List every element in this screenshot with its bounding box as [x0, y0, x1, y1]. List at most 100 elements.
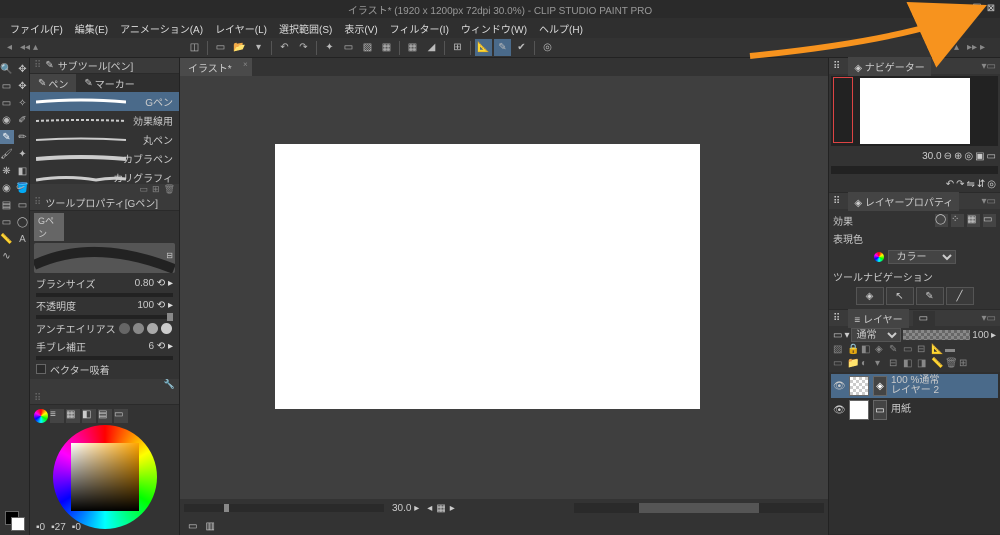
tone-effect-icon[interactable]: ⁘	[951, 214, 964, 227]
clip-icon[interactable]: ◧	[861, 344, 873, 356]
brush-tool-icon[interactable]: 🖌	[0, 147, 14, 161]
toolnav-pointer-icon[interactable]: ↖	[886, 287, 914, 305]
navigator-viewport-rect[interactable]	[833, 77, 853, 143]
ruler-icon[interactable]: ◢	[423, 39, 440, 56]
visibility-icon[interactable]: 👁	[833, 405, 845, 416]
undo-icon[interactable]: ↶	[276, 39, 293, 56]
preset-label[interactable]: Gペン	[34, 213, 64, 241]
nav-fit-icon[interactable]: ◎	[964, 151, 973, 162]
mask-enable-icon[interactable]: ▭	[903, 344, 915, 356]
layer-view-icon[interactable]: ▭	[833, 330, 842, 341]
operation-tool-icon[interactable]: ▭	[0, 79, 14, 93]
ref-icon[interactable]: ◈	[875, 344, 887, 356]
layer-tab[interactable]: ≡ レイヤー	[848, 309, 908, 328]
zoom-slider[interactable]	[184, 504, 384, 512]
snap-grid-icon[interactable]: ✔	[513, 39, 530, 56]
clipstudio-icon[interactable]: ◫	[186, 39, 203, 56]
menu-view[interactable]: 表示(V)	[338, 19, 383, 38]
cells2-icon[interactable]: ▥	[205, 521, 214, 532]
stabilize-slider[interactable]	[36, 356, 173, 360]
menu-window[interactable]: ウィンドウ(W)	[455, 19, 533, 38]
move-tool-icon[interactable]: ✥	[16, 62, 30, 76]
layer-opacity-slider[interactable]	[903, 330, 970, 340]
delete-layer-icon[interactable]: 🗑	[945, 358, 957, 370]
assets-icon[interactable]: ◎	[539, 39, 556, 56]
layercolor-effect-icon[interactable]: ▦	[967, 214, 980, 227]
canvas-tab[interactable]: イラスト*×	[180, 58, 252, 77]
wrench-icon[interactable]: 🔧	[164, 379, 175, 393]
panel-collapse-right-icons[interactable]: ▴▸▸▸	[953, 42, 1000, 53]
colorslider-tab-icon[interactable]: ≡	[50, 409, 64, 423]
timeline-icons[interactable]: ◂▦▸	[427, 503, 455, 514]
nav-zoomout-icon[interactable]: ⊖	[944, 151, 952, 162]
magnify-tool-icon[interactable]: 🔍	[0, 62, 14, 76]
2pane-icon[interactable]: ⊞	[959, 358, 971, 370]
menu-edit[interactable]: 編集(E)	[69, 19, 114, 38]
brush-menu-icon[interactable]: ⊞	[152, 184, 160, 195]
pencil-tool-icon[interactable]: ✏	[16, 130, 30, 144]
close-button[interactable]: ⊠	[984, 1, 998, 15]
text-tool-icon[interactable]: A	[16, 232, 30, 246]
navigator-zoom-slider[interactable]	[831, 166, 998, 174]
layer-search-tab[interactable]: ▭	[913, 311, 935, 326]
merge-icon[interactable]: ⊟	[889, 358, 901, 370]
nav-flip-v-icon[interactable]: ⇵	[977, 179, 985, 190]
layer-thumbnail[interactable]	[849, 376, 869, 396]
deselect-icon[interactable]: ▭	[340, 39, 357, 56]
draft-icon[interactable]: ✎	[889, 344, 901, 356]
layer-move-tool-icon[interactable]: ✥	[16, 79, 30, 93]
color-square[interactable]	[71, 443, 139, 511]
color-mode-select[interactable]: カラー	[888, 250, 956, 264]
vector-snap-checkbox[interactable]	[36, 364, 46, 374]
new-correction-icon[interactable]: ◐	[861, 358, 873, 370]
cells-icon[interactable]: ▭	[188, 521, 197, 532]
nav-rot-right-icon[interactable]: ↷	[956, 179, 964, 190]
brush-round[interactable]: 丸ペン	[30, 130, 179, 149]
toolproperty-header[interactable]: ⠿ ツールプロパティ[Gペン]	[30, 195, 179, 211]
ruler-show-icon[interactable]: 📐	[931, 344, 943, 356]
approx-tab-icon[interactable]: ▤	[98, 409, 112, 423]
layer-view-icon-2[interactable]: ▾	[844, 330, 849, 341]
mask-link-icon[interactable]: ⊟	[917, 344, 929, 356]
ruler-tool-icon[interactable]: 📏	[0, 232, 14, 246]
redo-icon[interactable]: ↷	[295, 39, 312, 56]
panel-collapse-icons[interactable]: ◂◂◂▴	[6, 42, 45, 53]
color-panel-header[interactable]: ⠿	[30, 393, 179, 405]
colorwheel-tab-icon[interactable]	[34, 409, 48, 423]
aa-none[interactable]	[119, 323, 130, 334]
figure-tool-icon[interactable]: ▭	[16, 198, 30, 212]
opacity-row[interactable]: 不透明度100 ⟲ ▸	[30, 297, 179, 315]
brush-size-row[interactable]: ブラシサイズ0.80 ⟲ ▸	[30, 275, 179, 293]
navigator-tab[interactable]: ◈ ナビゲーター	[848, 57, 930, 76]
maximize-button[interactable]: ☐	[970, 1, 984, 15]
vector-snap-row[interactable]: ベクター吸着	[30, 360, 179, 379]
hscrollbar[interactable]	[574, 503, 824, 513]
toolnav-brush-icon[interactable]: ✎	[916, 287, 944, 305]
menu-animation[interactable]: アニメーション(A)	[114, 19, 209, 38]
brush-calligraphy[interactable]: カリグラフィ	[30, 168, 179, 184]
aa-mid[interactable]	[147, 323, 158, 334]
pen-tool-icon[interactable]: ✎	[0, 130, 14, 144]
delete-brush-icon[interactable]: 🗑	[164, 184, 175, 195]
add-brush-icon[interactable]: ▭	[140, 184, 149, 195]
tab-pen[interactable]: ✎ペン	[30, 74, 76, 92]
open-icon[interactable]: 📂	[231, 39, 248, 56]
deco-tool-icon[interactable]: ❋	[0, 164, 14, 178]
eyedropper-tool-icon[interactable]: ✐	[16, 113, 30, 127]
toolnav-move-icon[interactable]: ◈	[856, 287, 884, 305]
layer-opacity-value[interactable]: 100	[972, 330, 989, 341]
brush-curve-preview[interactable]: ⊟	[34, 243, 175, 273]
brush-effect[interactable]: 効果線用	[30, 111, 179, 130]
snap-icon[interactable]: ⊞	[449, 39, 466, 56]
wand-tool-icon[interactable]: ✧	[16, 96, 30, 110]
mask-apply-icon[interactable]: ◨	[917, 358, 929, 370]
blend-mode-select[interactable]: 通常	[851, 328, 901, 342]
close-tab-icon[interactable]: ×	[243, 60, 248, 69]
menu-layer[interactable]: レイヤー(L)	[209, 19, 273, 38]
aa-strong[interactable]	[161, 323, 172, 334]
toolnav-line-icon[interactable]: ╱	[946, 287, 974, 305]
nav-actual-icon[interactable]: ▭	[987, 151, 996, 162]
extract-effect-icon[interactable]: ▭	[983, 214, 996, 227]
navigator-preview[interactable]	[831, 76, 998, 146]
nav-zoom-value[interactable]: 30.0	[922, 151, 941, 162]
